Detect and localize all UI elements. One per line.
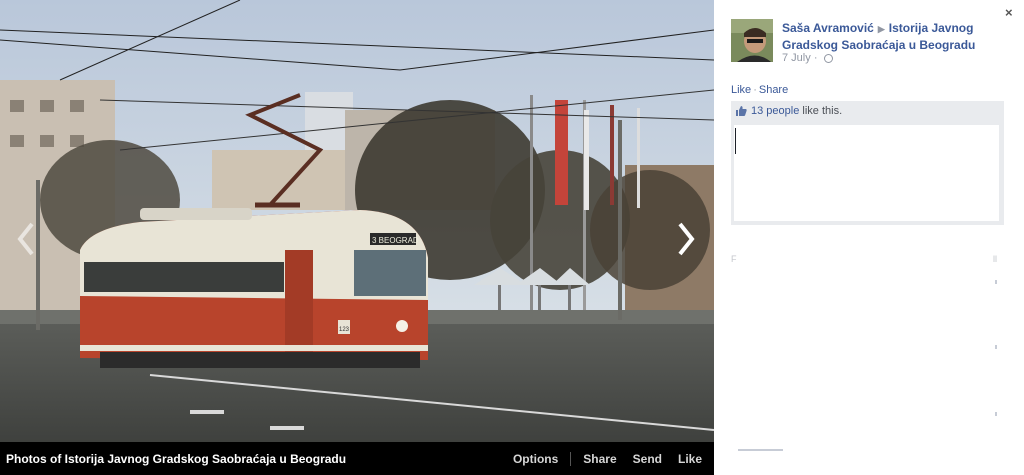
tram-photo: 3 BEOGRAD 123 — [0, 0, 714, 442]
like-link[interactable]: Like — [731, 84, 751, 96]
chevron-left-icon — [17, 222, 34, 256]
photo-stage[interactable]: 3 BEOGRAD 123 — [0, 0, 714, 442]
like-button[interactable]: Like — [678, 452, 702, 466]
truncated-text: ll — [993, 254, 997, 264]
separator-arrow: ▶ — [877, 24, 885, 34]
scrollbar[interactable] — [995, 412, 997, 416]
tram-number: 123 — [339, 327, 350, 333]
likes-suffix: like this. — [799, 105, 843, 117]
album-title[interactable]: Photos of Istorija Javnog Gradskog Saobr… — [6, 452, 346, 466]
destination-sign: 3 BEOGRAD — [372, 236, 419, 245]
share-link[interactable]: Share — [759, 84, 788, 96]
send-button[interactable]: Send — [633, 452, 662, 466]
fullscreen-button[interactable] — [688, 12, 702, 26]
options-button[interactable]: Options — [513, 452, 558, 466]
scrollbar[interactable] — [995, 345, 997, 349]
likes-count[interactable]: 13 people — [751, 105, 799, 117]
scrollbar[interactable] — [738, 449, 783, 451]
previous-photo-button[interactable] — [14, 220, 38, 258]
post-date[interactable]: 7 July — [782, 52, 811, 64]
close-icon[interactable]: × — [1005, 5, 1013, 20]
truncated-text: F — [731, 254, 737, 264]
post-author-line: Saša Avramović ▶ Istorija Javnog Gradskog … — [782, 20, 982, 53]
globe-icon[interactable] — [823, 53, 833, 63]
avatar[interactable] — [731, 19, 773, 62]
photo-bottom-bar: Photos of Istorija Javnog Gradskog Saobr… — [0, 442, 714, 475]
scrollbar[interactable] — [995, 280, 997, 284]
photo-viewer: 3 BEOGRAD 123 Photos of Istorija Javnog … — [0, 0, 1024, 475]
expand-icon — [688, 12, 714, 442]
photo-sidebar — [714, 0, 1024, 475]
thumbs-up-icon — [736, 106, 747, 116]
share-button[interactable]: Share — [583, 452, 616, 466]
post-meta: 7 July · — [782, 52, 833, 64]
like-share-links: Like · Share — [731, 84, 789, 96]
likes-summary: 13 people like this. — [731, 101, 1004, 121]
photo-actions: Options Share Send Like — [513, 452, 702, 466]
text-cursor — [735, 128, 736, 154]
divider — [570, 452, 572, 466]
comments-area — [731, 121, 1004, 225]
comment-box[interactable] — [734, 125, 999, 221]
author-name[interactable]: Saša Avramović — [782, 21, 874, 35]
